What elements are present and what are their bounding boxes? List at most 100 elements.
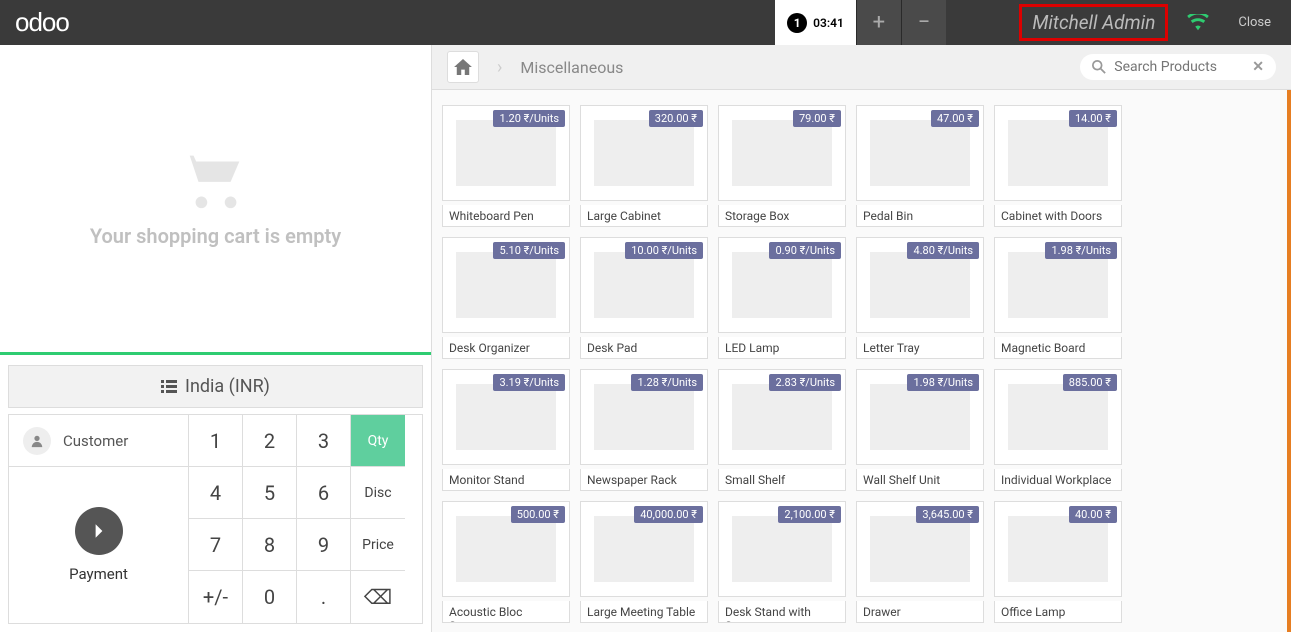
session-tab[interactable]: 1 03:41 + − [775,0,946,45]
product-card[interactable]: 320.00 ₹ Large Cabinet [580,105,708,227]
price-tag: 3.19 ₹/Units [493,374,565,391]
product-image: 320.00 ₹ [580,105,708,201]
price-tag: 885.00 ₹ [1063,374,1117,391]
product-image: 10.00 ₹/Units [580,237,708,333]
product-image: 40.00 ₹ [994,501,1122,597]
search-icon [1092,60,1106,74]
product-name: Whiteboard Pen [442,205,570,227]
product-name: Wall Shelf Unit [856,469,984,491]
home-icon [454,59,472,75]
keypad-area: Customer Payment 1 2 3 Qty 4 5 6 Disc 7 [8,414,423,624]
product-card[interactable]: 1.98 ₹/UnitsMagnetic Board [994,237,1122,359]
breadcrumb-bar: › Miscellaneous ✕ [432,45,1291,90]
product-card[interactable]: 885.00 ₹ Individual Workplace [994,369,1122,491]
price-tag: 500.00 ₹ [511,506,565,523]
product-image: 3,645.00 ₹ [856,501,984,597]
price-tag: 1.98 ₹/Units [1045,242,1117,259]
user-icon [23,427,51,455]
product-name: Storage Box [718,205,846,227]
breadcrumb-category[interactable]: Miscellaneous [520,58,623,77]
product-image: 14.00 ₹ [994,105,1122,201]
product-card[interactable]: 47.00 ₹Pedal Bin [856,105,984,227]
key-dot[interactable]: . [297,571,351,623]
product-name: Individual Workplace [994,469,1122,491]
product-card[interactable]: 14.00 ₹ Cabinet with Doors [994,105,1122,227]
cart-area: Your shopping cart is empty [0,45,431,352]
key-8[interactable]: 8 [243,519,297,571]
product-card[interactable]: 2,100.00 ₹Desk Stand with Screen [718,501,846,623]
key-2[interactable]: 2 [243,415,297,467]
customer-button[interactable]: Customer [9,415,188,467]
product-name: Office Lamp [994,601,1122,623]
key-4[interactable]: 4 [189,467,243,519]
product-name: Cabinet with Doors [994,205,1122,227]
product-card[interactable]: 3,645.00 ₹Drawer [856,501,984,623]
key-0[interactable]: 0 [243,571,297,623]
product-card[interactable]: 40.00 ₹ Office Lamp [994,501,1122,623]
cart-icon [181,149,251,209]
price-tag: 2,100.00 ₹ [778,506,841,523]
key-9[interactable]: 9 [297,519,351,571]
user-menu[interactable]: Mitchell Admin [1019,4,1168,41]
product-card[interactable]: 5.10 ₹/Units Desk Organizer [442,237,570,359]
list-icon [161,380,177,394]
key-7[interactable]: 7 [189,519,243,571]
product-card[interactable]: 79.00 ₹ Storage Box [718,105,846,227]
product-card[interactable]: 40,000.00 ₹ Large Meeting Table [580,501,708,623]
product-name: Desk Organizer [442,337,570,359]
search-input[interactable] [1114,59,1244,75]
key-6[interactable]: 6 [297,467,351,519]
price-tag: 14.00 ₹ [1069,110,1117,127]
product-image: 1.98 ₹/Units [994,237,1122,333]
price-tag: 79.00 ₹ [793,110,841,127]
price-tag: 40,000.00 ₹ [634,506,703,523]
search-box[interactable]: ✕ [1080,54,1276,80]
key-price[interactable]: Price [351,519,405,571]
product-card[interactable]: 0.90 ₹/UnitsLED Lamp [718,237,846,359]
price-tag: 1.28 ₹/Units [631,374,703,391]
price-tag: 3,645.00 ₹ [916,506,979,523]
product-image: 4.80 ₹/Units [856,237,984,333]
key-5[interactable]: 5 [243,467,297,519]
product-image: 3.19 ₹/Units [442,369,570,465]
product-image: 2.83 ₹/Units [718,369,846,465]
remove-tab-button[interactable]: − [901,0,946,45]
key-1[interactable]: 1 [189,415,243,467]
product-name: Acoustic Bloc Screens [442,601,570,623]
product-image: 0.90 ₹/Units [718,237,846,333]
clear-search-icon[interactable]: ✕ [1252,59,1264,75]
product-card[interactable]: 1.98 ₹/Units Wall Shelf Unit [856,369,984,491]
add-tab-button[interactable]: + [856,0,901,45]
product-name: Large Meeting Table [580,601,708,623]
product-name: Desk Pad [580,337,708,359]
breadcrumb-arrow-icon: › [497,57,502,78]
price-tag: 40.00 ₹ [1069,506,1117,523]
product-image: 2,100.00 ₹ [718,501,846,597]
product-card[interactable]: 500.00 ₹ Acoustic Bloc Screens [442,501,570,623]
product-name: Monitor Stand [442,469,570,491]
key-qty[interactable]: Qty [351,415,405,467]
scrollbar[interactable] [1287,90,1291,632]
product-card[interactable]: 1.20 ₹/Units Whiteboard Pen [442,105,570,227]
currency-selector[interactable]: India (INR) [8,365,423,408]
logo[interactable]: odoo [0,7,100,38]
close-button[interactable]: Close [1218,0,1291,45]
key-plusminus[interactable]: +/- [189,571,243,623]
product-card[interactable]: 2.83 ₹/Units Small Shelf [718,369,846,491]
key-backspace[interactable]: ⌫ [351,571,405,623]
product-name: Small Shelf [718,469,846,491]
product-card[interactable]: 4.80 ₹/Units Letter Tray [856,237,984,359]
price-tag: 1.20 ₹/Units [493,110,565,127]
key-disc[interactable]: Disc [351,467,405,519]
product-name: Large Cabinet [580,205,708,227]
product-card[interactable]: 3.19 ₹/Units Monitor Stand [442,369,570,491]
product-card[interactable]: 10.00 ₹/Units Desk Pad [580,237,708,359]
key-3[interactable]: 3 [297,415,351,467]
price-tag: 10.00 ₹/Units [625,242,703,259]
product-card[interactable]: 1.28 ₹/UnitsNewspaper Rack [580,369,708,491]
product-name: Letter Tray [856,337,984,359]
price-tag: 1.98 ₹/Units [907,374,979,391]
home-button[interactable] [447,51,479,83]
price-tag: 5.10 ₹/Units [493,242,565,259]
payment-button[interactable]: Payment [9,467,188,623]
